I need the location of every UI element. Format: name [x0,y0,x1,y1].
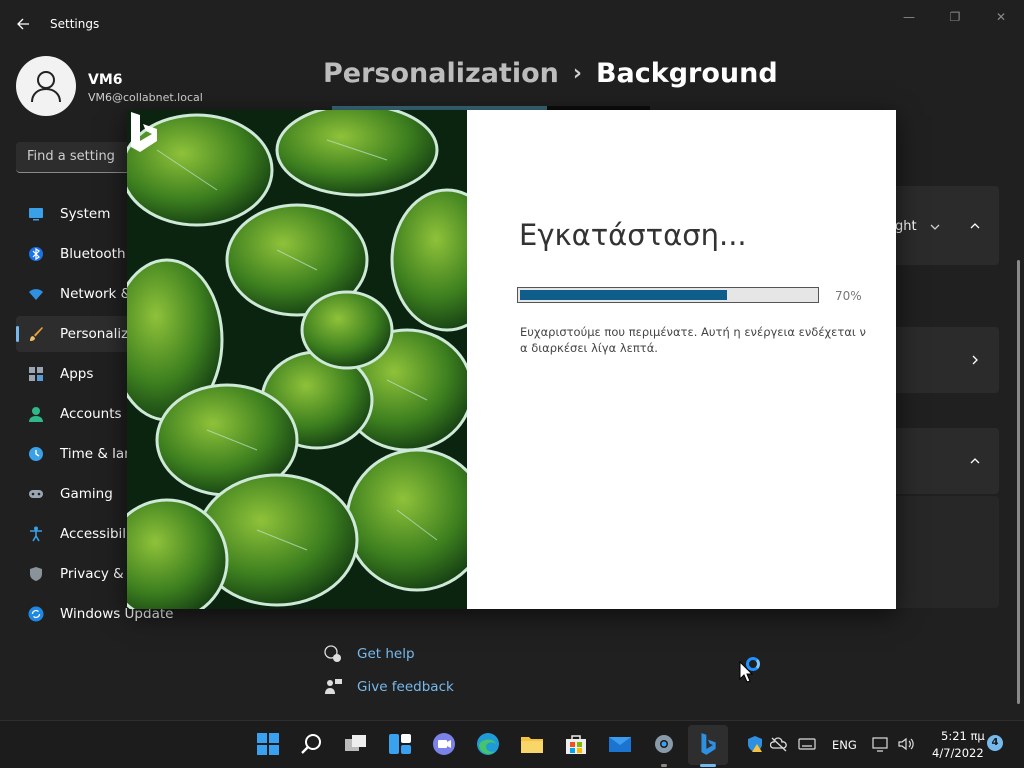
task-view-icon[interactable] [343,731,369,757]
apps-icon [29,367,43,381]
chevron-up-icon[interactable] [968,454,982,468]
succulent-illustration [127,110,467,609]
chevron-up-icon[interactable] [968,219,982,233]
fit-dropdown-value[interactable]: ght [895,219,917,234]
mouse-cursor-icon [739,661,753,683]
maximize-button[interactable]: ❐ [945,8,965,26]
accounts-icon [29,407,43,422]
feedback-icon [325,679,342,694]
user-name: VM6 [88,72,123,88]
breadcrumb: Personalization › Background [323,58,778,89]
close-button[interactable]: ✕ [991,8,1011,26]
progress-percent: 70% [835,289,862,303]
sidebar-item-label: Accounts [60,406,122,422]
give-feedback-label[interactable]: Give feedback [357,679,454,695]
user-email: VM6@collabnet.local [88,91,203,104]
chevron-right-icon[interactable] [968,353,982,367]
sidebar-item-label: Gaming [60,486,113,502]
installer-dialog: Εγκατάσταση... 70% Ευχαριστούμε που περι… [127,110,896,609]
installer-title: Εγκατάσταση... [519,218,747,252]
clock-date[interactable]: 4/7/2022 [932,746,984,760]
widgets-icon[interactable] [387,731,413,757]
start-icon[interactable] [255,731,281,757]
avatar[interactable] [16,56,76,116]
sidebar-item-label: Personaliza [60,326,137,342]
clock-time[interactable]: 5:21 πμ [941,729,985,743]
mail-icon[interactable] [607,731,633,757]
minimize-button[interactable]: — [899,8,919,26]
update-icon [28,606,44,622]
active-indicator [16,326,19,342]
sidebar-item-label: Time & lan [60,446,133,462]
bing-taskbar-button[interactable] [688,725,728,765]
bluetooth-icon [29,247,43,261]
chevron-down-icon[interactable] [928,220,942,234]
system-icon [29,208,43,221]
sidebar-item-label: Apps [60,366,94,382]
sidebar-item-label: Accessibilit [60,526,136,542]
security-warning-icon[interactable] [746,735,764,753]
network-icon [29,289,43,300]
progress-bar [517,287,819,303]
shield-icon [30,567,42,581]
search-icon[interactable] [299,731,325,757]
back-arrow-icon[interactable] [14,14,34,34]
title-bar: Settings — ❐ ✕ [0,0,1024,48]
app-title: Settings [50,17,100,31]
succulent-image [127,110,467,609]
bing-active-indicator [700,764,716,767]
help-icon [324,645,341,662]
person-icon [31,71,61,103]
settings-icon[interactable] [651,731,677,757]
search-placeholder: Find a setting [27,149,115,164]
get-help-label[interactable]: Get help [357,646,415,662]
progress-fill [520,290,727,300]
onedrive-offline-icon[interactable] [770,735,788,753]
teams-chat-icon[interactable] [431,731,457,757]
sidebar-item-label: System [60,206,111,222]
breadcrumb-parent[interactable]: Personalization [323,58,559,89]
keyboard-icon[interactable] [798,735,816,753]
network-monitor-icon[interactable] [872,735,890,753]
notification-badge[interactable]: 4 [987,735,1003,751]
bing-icon [701,733,716,755]
taskbar: ENG 5:21 πμ 4/7/2022 [0,720,1024,768]
volume-icon[interactable] [897,735,915,753]
edge-icon[interactable] [475,731,501,757]
breadcrumb-separator-icon: › [572,61,582,86]
clock-icon [29,447,43,461]
brush-icon [30,327,43,341]
store-icon[interactable] [563,731,589,757]
sidebar-item-label: Network & [60,286,132,302]
language-indicator[interactable]: ENG [832,738,857,752]
settings-running-indicator [661,764,667,767]
sidebar-item-label: Privacy & s [60,566,136,582]
scrollbar[interactable] [1017,260,1020,704]
page-title: Background [595,58,778,89]
bing-logo-icon [131,112,157,152]
installer-message: Ευχαριστούμε που περιμένατε. Αυτή η ενέρ… [520,325,866,355]
gamepad-icon [29,490,43,498]
file-explorer-icon[interactable] [519,731,545,757]
accessibility-icon [30,526,42,542]
